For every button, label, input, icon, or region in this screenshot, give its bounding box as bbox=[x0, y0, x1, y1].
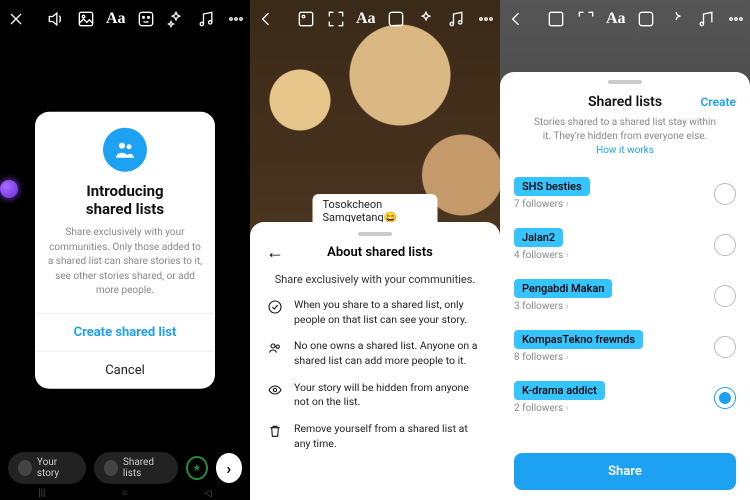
effects-icon[interactable] bbox=[416, 7, 436, 31]
bullet-row: Your story will be hidden from anyone no… bbox=[266, 381, 484, 410]
music-icon[interactable] bbox=[196, 7, 216, 31]
expand-icon[interactable] bbox=[576, 7, 596, 31]
intro-modal: Introducingshared lists Share exclusivel… bbox=[35, 112, 215, 389]
list-name-pill: Pengabdi Makan bbox=[514, 279, 612, 298]
drag-handle[interactable] bbox=[358, 232, 392, 236]
people-icon bbox=[104, 460, 118, 476]
list-name-pill: Jalan2 bbox=[514, 228, 563, 247]
gallery-icon[interactable] bbox=[546, 7, 566, 31]
back-icon[interactable] bbox=[506, 7, 526, 31]
bullet-row: No one owns a shared list. Anyone on a s… bbox=[266, 339, 484, 368]
radio-button[interactable] bbox=[714, 234, 736, 256]
trash-icon bbox=[266, 422, 284, 451]
next-button[interactable]: › bbox=[216, 453, 242, 483]
editor-toolbar: Aa bbox=[250, 0, 500, 38]
sheet-title: About shared lists bbox=[294, 245, 466, 260]
text-icon[interactable]: Aa bbox=[356, 7, 376, 31]
gallery-icon[interactable] bbox=[296, 7, 316, 31]
editor-toolbar: Aa bbox=[0, 0, 250, 38]
more-icon[interactable] bbox=[476, 7, 496, 31]
more-icon[interactable] bbox=[726, 7, 746, 31]
back-button[interactable]: ← bbox=[266, 242, 284, 263]
drag-handle[interactable] bbox=[608, 80, 642, 84]
shared-lists: SHS besties 7 followers Jalan2 4 followers P… bbox=[514, 168, 736, 447]
gallery-icon[interactable] bbox=[76, 7, 96, 31]
bullet-row: When you share to a shared list, only pe… bbox=[266, 298, 484, 327]
about-sheet: ← About shared lists Share exclusively w… bbox=[250, 222, 500, 500]
followers-count[interactable]: 2 followers bbox=[514, 403, 569, 414]
sticker-icon[interactable] bbox=[136, 7, 156, 31]
bottom-chips: Your story Shared lists ★ › bbox=[0, 452, 250, 484]
modal-body: Share exclusively with your communities.… bbox=[47, 226, 203, 299]
android-nav: |||○◁ bbox=[0, 486, 250, 500]
check-icon bbox=[266, 298, 284, 327]
create-link[interactable]: Create bbox=[701, 95, 736, 109]
radio-button[interactable] bbox=[714, 336, 736, 358]
radio-button[interactable] bbox=[714, 183, 736, 205]
effects-icon[interactable] bbox=[666, 7, 686, 31]
followers-count[interactable]: 3 followers bbox=[514, 301, 569, 312]
list-item[interactable]: KompasTekno frewnds 8 followers bbox=[514, 321, 736, 372]
your-story-chip[interactable]: Your story bbox=[8, 452, 86, 484]
music-icon[interactable] bbox=[696, 7, 716, 31]
followers-count[interactable]: 8 followers bbox=[514, 352, 569, 363]
create-shared-list-button[interactable]: Create shared list bbox=[35, 312, 215, 350]
text-icon[interactable]: Aa bbox=[106, 7, 126, 31]
radio-button[interactable] bbox=[714, 285, 736, 307]
how-it-works-link[interactable]: How it works bbox=[596, 145, 654, 156]
followers-count[interactable]: 4 followers bbox=[514, 250, 569, 261]
expand-icon[interactable] bbox=[326, 7, 346, 31]
sticker-icon[interactable] bbox=[636, 7, 656, 31]
eye-hidden-icon bbox=[266, 381, 284, 410]
sheet-subtitle: Stories shared to a shared list stay wit… bbox=[532, 116, 718, 158]
speaker-icon[interactable] bbox=[46, 7, 66, 31]
music-icon[interactable] bbox=[446, 7, 466, 31]
avatar bbox=[18, 460, 32, 476]
list-item[interactable]: SHS besties 7 followers bbox=[514, 168, 736, 219]
list-name-pill: K-drama addict bbox=[514, 381, 605, 400]
shared-lists-chip[interactable]: Shared lists bbox=[94, 452, 178, 484]
purple-badge-icon bbox=[0, 180, 18, 198]
radio-button[interactable] bbox=[714, 387, 736, 409]
list-name-pill: SHS besties bbox=[514, 177, 590, 196]
list-item[interactable]: K-drama addict 2 followers bbox=[514, 372, 736, 423]
panel-about: Aa Tosokcheon Samgyetang😄 ← About shared… bbox=[250, 0, 500, 500]
more-icon[interactable] bbox=[226, 7, 246, 31]
cancel-button[interactable]: Cancel bbox=[35, 350, 215, 388]
panel-intro: Aa Introducingshared lists Share exclusi… bbox=[0, 0, 250, 500]
followers-count[interactable]: 7 followers bbox=[514, 199, 569, 210]
panel-lists: Aa Shared lists Create Stories shared to… bbox=[500, 0, 750, 500]
sheet-subtitle: Share exclusively with your communities. bbox=[266, 273, 484, 286]
share-button[interactable]: Share bbox=[514, 453, 736, 490]
people-icon bbox=[266, 339, 284, 368]
list-name-pill: KompasTekno frewnds bbox=[514, 330, 643, 349]
close-friends-icon[interactable]: ★ bbox=[186, 456, 208, 480]
list-item[interactable]: Pengabdi Makan 3 followers bbox=[514, 270, 736, 321]
sticker-icon[interactable] bbox=[386, 7, 406, 31]
text-icon[interactable]: Aa bbox=[606, 7, 626, 31]
people-icon bbox=[103, 128, 147, 172]
editor-toolbar: Aa bbox=[500, 0, 750, 38]
effects-icon[interactable] bbox=[166, 7, 186, 31]
list-item[interactable]: Jalan2 4 followers bbox=[514, 219, 736, 270]
lists-sheet: Shared lists Create Stories shared to a … bbox=[500, 72, 750, 500]
bullet-row: Remove yourself from a shared list at an… bbox=[266, 422, 484, 451]
back-icon[interactable] bbox=[256, 7, 276, 31]
close-icon[interactable] bbox=[6, 7, 26, 31]
modal-title: Introducingshared lists bbox=[47, 182, 203, 218]
